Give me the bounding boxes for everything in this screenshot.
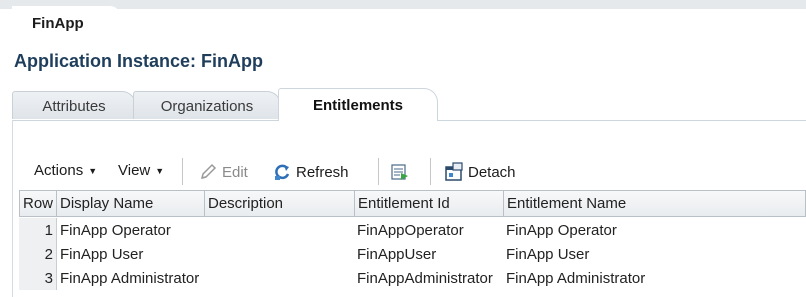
detach-label: Detach: [468, 163, 516, 181]
view-label: View: [118, 162, 151, 179]
table-row[interactable]: 3 FinApp Administrator FinAppAdministrat…: [19, 266, 806, 290]
toolbar: Actions ▼ View ▼ Edit Refresh Detach: [34, 158, 634, 186]
row-number: 3: [44, 270, 53, 287]
cell-entitlement-id: FinAppAdministrator: [357, 270, 493, 287]
actions-menu-button[interactable]: Actions ▼: [34, 162, 97, 179]
cell-description: [204, 218, 354, 242]
panel-border: [12, 120, 13, 297]
column-header-display-name[interactable]: Display Name: [57, 191, 205, 216]
tab-entitlements-label: Entitlements: [312, 97, 403, 114]
cell-entitlement-name: FinApp User: [506, 246, 590, 263]
detach-icon: [445, 162, 463, 181]
cell-entitlement-id: FinAppUser: [357, 246, 437, 263]
tab-organizations-label: Organizations: [160, 98, 254, 115]
cell-description: [204, 266, 354, 290]
actions-label: Actions: [34, 162, 84, 179]
caret-down-icon: ▼: [88, 165, 98, 176]
app-tab-label: FinApp: [32, 15, 84, 32]
export-icon: [391, 164, 408, 180]
cell-entitlement-name: FinApp Administrator: [506, 270, 646, 287]
export-button[interactable]: [390, 162, 414, 182]
tab-attributes[interactable]: Attributes: [12, 91, 136, 119]
top-strip: [0, 0, 806, 9]
refresh-label: Refresh: [296, 163, 349, 181]
refresh-icon: [275, 164, 290, 180]
tab-attributes-label: Attributes: [42, 98, 106, 115]
pencil-icon: [200, 163, 217, 180]
column-header-row[interactable]: Row: [20, 191, 57, 216]
column-header-description[interactable]: Description: [205, 191, 355, 216]
tab-bar: Attributes Organizations Entitlements: [12, 88, 806, 121]
app-tab-finapp[interactable]: FinApp: [12, 6, 120, 36]
cell-entitlement-name: FinApp Operator: [506, 222, 617, 239]
table-row[interactable]: 2 FinApp User FinAppUser FinApp User: [19, 242, 806, 266]
edit-button[interactable]: Edit: [198, 162, 248, 182]
caret-down-icon: ▼: [155, 165, 165, 176]
view-menu-button[interactable]: View ▼: [118, 162, 164, 179]
tab-organizations[interactable]: Organizations: [133, 91, 281, 119]
cell-display-name: FinApp Administrator: [60, 270, 200, 287]
cell-entitlement-id: FinAppOperator: [357, 222, 464, 239]
table-header: Row Display Name Description Entitlement…: [19, 190, 806, 217]
cell-display-name: FinApp User: [60, 246, 144, 263]
row-header: 2: [19, 242, 57, 266]
row-header: 3: [19, 266, 57, 290]
refresh-button[interactable]: Refresh: [272, 162, 349, 182]
page-title: Application Instance: FinApp: [14, 51, 264, 71]
cell-display-name: FinApp Operator: [60, 222, 171, 239]
cell-description: [204, 242, 354, 266]
row-number: 1: [44, 222, 53, 239]
column-header-entitlement-id[interactable]: Entitlement Id: [355, 191, 504, 216]
toolbar-separator: [430, 158, 431, 185]
row-header: 1: [19, 218, 57, 242]
toolbar-separator: [378, 158, 379, 185]
table-row[interactable]: 1 FinApp Operator FinAppOperator FinApp …: [19, 218, 806, 242]
column-header-entitlement-name[interactable]: Entitlement Name: [504, 191, 805, 216]
edit-label: Edit: [222, 163, 248, 181]
toolbar-separator: [182, 158, 183, 185]
detach-button[interactable]: Detach: [444, 162, 516, 182]
tab-entitlements[interactable]: Entitlements: [278, 88, 438, 121]
row-number: 2: [44, 246, 53, 263]
